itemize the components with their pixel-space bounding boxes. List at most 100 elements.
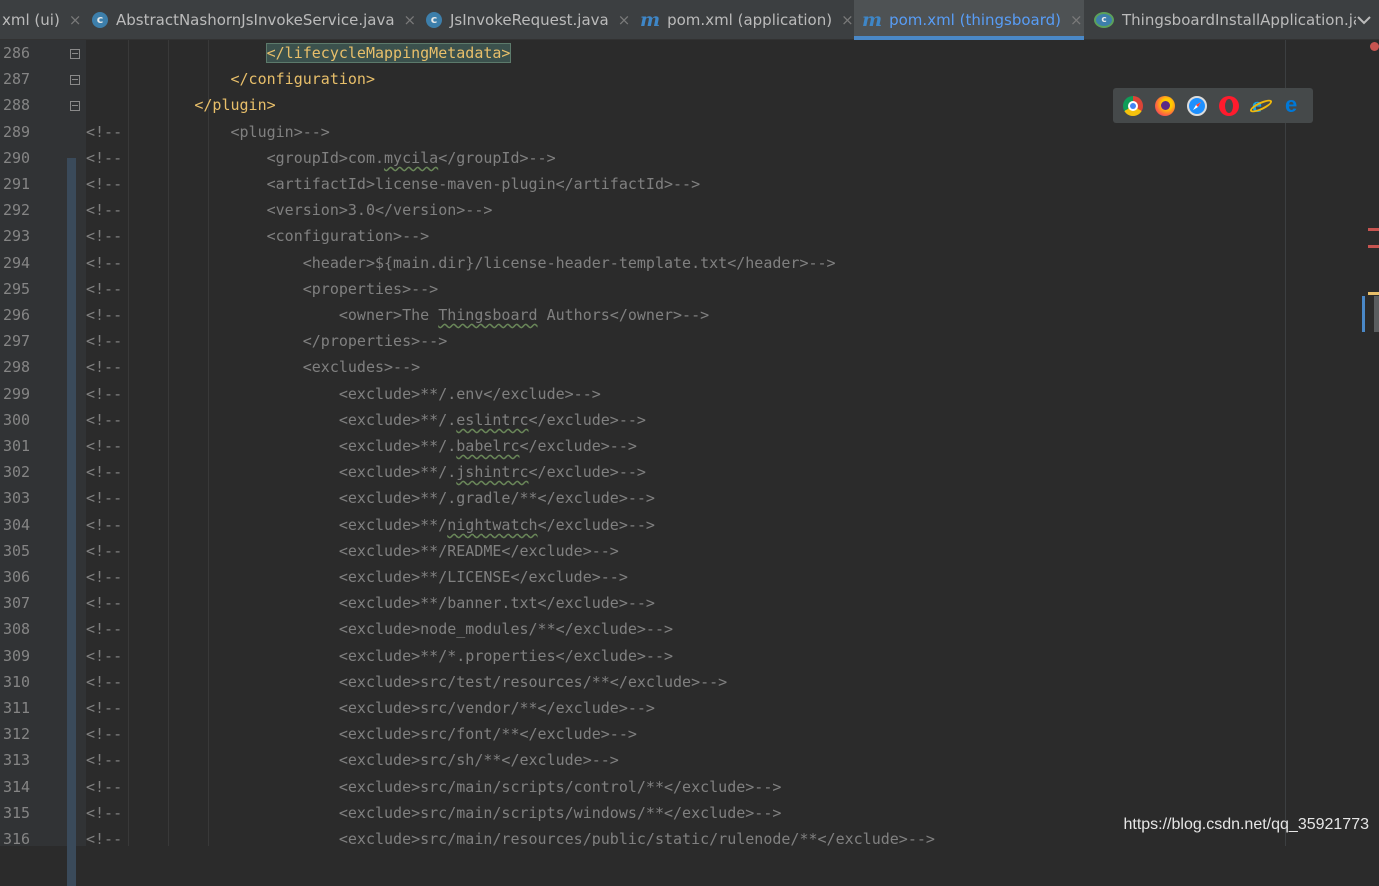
close-icon[interactable]: × (69, 11, 80, 29)
line-number: 290 (3, 149, 31, 167)
code-line[interactable]: <!-- </properties>--> (86, 328, 447, 354)
fold-marker-icon[interactable] (70, 49, 80, 59)
comment-marker: <!-- (86, 385, 123, 403)
comment-marker: <!-- (86, 725, 123, 743)
line-number: 316 (3, 830, 31, 848)
comment-marker: <!-- (86, 123, 123, 141)
commented-code: <exclude>**/README</exclude>--> (338, 542, 619, 560)
line-number: 301 (3, 437, 31, 455)
line-number: 304 (3, 516, 31, 534)
commented-code: <exclude>src/main/scripts/control/**</ex… (338, 778, 782, 796)
code-line[interactable]: <!-- <exclude>**/README</exclude>--> (86, 538, 619, 564)
code-line[interactable]: <!-- <exclude>src/main/scripts/windows/*… (86, 800, 781, 826)
commented-code: <exclude>node_modules/**</exclude>--> (338, 620, 674, 638)
tab-xml-ui[interactable]: xml (ui) × (0, 0, 80, 40)
code-line[interactable]: <!-- <excludes>--> (86, 354, 420, 380)
code-line[interactable]: </configuration> (86, 66, 376, 92)
warning-marker[interactable] (1368, 292, 1379, 295)
code-editor[interactable]: </lifecycleMappingMetadata> </configurat… (86, 40, 1285, 846)
code-line[interactable]: <!-- <exclude>src/main/resources/public/… (86, 826, 935, 846)
edge-icon[interactable]: e (1283, 92, 1303, 117)
line-number: 296 (3, 306, 31, 324)
code-line[interactable]: <!-- <plugin>--> (86, 119, 330, 145)
error-marker[interactable] (1368, 228, 1379, 231)
comment-marker: <!-- (86, 751, 123, 769)
close-icon[interactable]: × (404, 11, 416, 29)
maven-icon: m (862, 9, 883, 31)
code-line[interactable]: <!-- <exclude>src/test/resources/**</exc… (86, 669, 727, 695)
line-number: 297 (3, 332, 31, 350)
comment-marker: <!-- (86, 254, 123, 272)
code-line[interactable]: <!-- <owner>The Thingsboard Authors</own… (86, 302, 709, 328)
watermark: https://blog.csdn.net/qq_35921773 (1123, 816, 1369, 833)
chevron-down-icon[interactable] (1357, 0, 1371, 40)
code-line[interactable]: <!-- <version>3.0</version>--> (86, 197, 492, 223)
code-line[interactable]: <!-- <exclude>**/banner.txt</exclude>--> (86, 590, 655, 616)
close-icon[interactable]: × (841, 11, 854, 29)
code-line[interactable]: <!-- <exclude>**/.env</exclude>--> (86, 381, 601, 407)
tab-js-invoke-request[interactable]: c JsInvokeRequest.java × (426, 0, 630, 40)
code-line[interactable]: <!-- <exclude>**/.eslintrc</exclude>--> (86, 407, 646, 433)
tab-thingsboard-install-app[interactable]: c ThingsboardInstallApplication.ja (1094, 0, 1356, 40)
safari-icon[interactable] (1187, 95, 1207, 116)
line-number: 292 (3, 201, 31, 219)
error-stripe[interactable] (1285, 40, 1379, 846)
code-line[interactable]: <!-- <exclude>**/LICENSE</exclude>--> (86, 564, 628, 590)
comment-marker: <!-- (86, 594, 123, 612)
code-line[interactable]: </lifecycleMappingMetadata> (86, 40, 512, 66)
tab-label: pom.xml (application) (667, 11, 833, 29)
error-marker[interactable] (1368, 245, 1379, 248)
code-line[interactable]: <!-- <exclude>**/.jshintrc</exclude>--> (86, 459, 646, 485)
code-line[interactable]: <!-- <artifactId>license-maven-plugin</a… (86, 171, 700, 197)
commented-code: <exclude>**/.babelrc</exclude>--> (338, 437, 637, 455)
scroll-thumb-marker[interactable] (1362, 296, 1365, 332)
tab-label: AbstractNashornJsInvokeService.java (116, 11, 395, 29)
comment-marker: <!-- (86, 568, 123, 586)
commented-code: <exclude>**/LICENSE</exclude>--> (338, 568, 628, 586)
code-line[interactable]: <!-- <exclude>**/.gradle/**</exclude>--> (86, 485, 655, 511)
commented-code: <exclude>**/*.properties</exclude>--> (338, 647, 674, 665)
commented-code: <exclude>src/main/resources/public/stati… (338, 830, 935, 846)
code-line[interactable]: <!-- <exclude>src/sh/**</exclude>--> (86, 747, 619, 773)
code-line[interactable]: <!-- <exclude>**/nightwatch</exclude>--> (86, 512, 655, 538)
close-icon[interactable]: × (618, 11, 630, 29)
code-line[interactable]: <!-- <exclude>**/.babelrc</exclude>--> (86, 433, 637, 459)
commented-code: <exclude>**/.env</exclude>--> (338, 385, 601, 403)
line-number: 288 (3, 96, 31, 114)
fold-marker-icon[interactable] (70, 75, 80, 85)
ie-icon[interactable]: e (1248, 92, 1274, 117)
tab-pom-application[interactable]: m pom.xml (application) × (640, 0, 854, 40)
error-indicator-icon[interactable] (1370, 42, 1379, 51)
code-line[interactable]: </plugin> (86, 92, 275, 118)
chrome-icon[interactable] (1123, 95, 1143, 116)
tab-pom-thingsboard[interactable]: m pom.xml (thingsboard) × (854, 0, 1084, 40)
commented-code: <exclude>**/banner.txt</exclude>--> (338, 594, 655, 612)
code-line[interactable]: <!-- <header>${main.dir}/license-header-… (86, 250, 836, 276)
class-icon: c (92, 12, 108, 28)
line-number: 286 (3, 44, 31, 62)
code-line[interactable]: <!-- <exclude>src/main/scripts/control/*… (86, 774, 781, 800)
line-number: 310 (3, 673, 31, 691)
comment-marker: <!-- (86, 437, 123, 455)
code-line[interactable]: <!-- <exclude>src/font/**</exclude>--> (86, 721, 637, 747)
code-line[interactable]: <!-- <groupId>com.mycila</groupId>--> (86, 145, 556, 171)
comment-marker: <!-- (86, 358, 123, 376)
line-number: 302 (3, 463, 31, 481)
firefox-icon[interactable] (1155, 95, 1175, 116)
opera-icon[interactable] (1219, 95, 1239, 116)
scrollbar-thumb[interactable] (1374, 296, 1379, 332)
line-number: 303 (3, 489, 31, 507)
comment-marker: <!-- (86, 620, 123, 638)
tab-abstract-nashorn[interactable]: c AbstractNashornJsInvokeService.java × (92, 0, 416, 40)
code-line[interactable]: <!-- <exclude>src/vendor/**</exclude>--> (86, 695, 655, 721)
code-line[interactable]: <!-- <properties>--> (86, 276, 438, 302)
comment-marker: <!-- (86, 411, 123, 429)
line-number: 312 (3, 725, 31, 743)
comment-marker: <!-- (86, 175, 123, 193)
code-line[interactable]: <!-- <exclude>**/*.properties</exclude>-… (86, 643, 673, 669)
code-line[interactable]: <!-- <configuration>--> (86, 223, 429, 249)
fold-marker-icon[interactable] (70, 101, 80, 111)
commented-code: <exclude>src/font/**</exclude>--> (338, 725, 637, 743)
close-icon[interactable]: × (1070, 11, 1083, 29)
code-line[interactable]: <!-- <exclude>node_modules/**</exclude>-… (86, 616, 673, 642)
